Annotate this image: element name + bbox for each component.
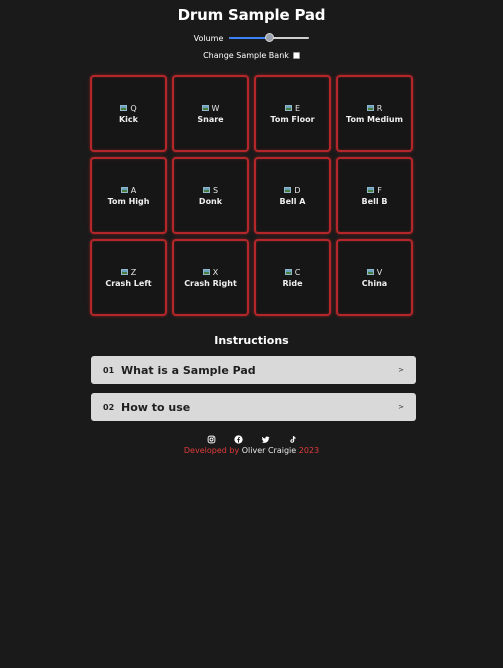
drum-pad-tom-floor[interactable]: E Tom Floor bbox=[254, 75, 331, 152]
pad-label: Tom High bbox=[107, 196, 150, 206]
image-icon bbox=[366, 105, 374, 111]
pad-key: A bbox=[120, 185, 137, 195]
drum-pad-crash-left[interactable]: Z Crash Left bbox=[90, 239, 167, 316]
pad-label: Ride bbox=[282, 278, 303, 288]
credit-year: 2023 bbox=[298, 446, 320, 455]
instructions-title: Instructions bbox=[214, 334, 289, 347]
volume-label: Volume bbox=[193, 33, 224, 43]
image-icon bbox=[284, 187, 292, 193]
sample-bank-control: Change Sample Bank bbox=[0, 51, 503, 60]
pad-key-letter: W bbox=[211, 103, 220, 113]
pad-key-letter: S bbox=[212, 185, 219, 195]
twitter-icon[interactable] bbox=[261, 429, 270, 443]
drum-pad-bell-b[interactable]: F Bell B bbox=[336, 157, 413, 234]
pad-key: S bbox=[202, 185, 219, 195]
drum-pad-snare[interactable]: W Snare bbox=[172, 75, 249, 152]
volume-slider[interactable] bbox=[229, 32, 310, 44]
pad-key-letter: R bbox=[376, 103, 383, 113]
accordion-label: What is a Sample Pad bbox=[121, 363, 256, 377]
pad-label: China bbox=[361, 278, 388, 288]
pad-key-letter: Z bbox=[130, 267, 137, 277]
image-icon bbox=[120, 187, 128, 193]
credit-prefix: Developed by bbox=[183, 446, 240, 455]
drum-pad-donk[interactable]: S Donk bbox=[172, 157, 249, 234]
pad-key: E bbox=[284, 103, 301, 113]
facebook-icon[interactable] bbox=[233, 429, 243, 444]
pad-key-letter: C bbox=[294, 267, 301, 277]
image-icon bbox=[120, 105, 128, 111]
accordion-what-is-sample-pad[interactable]: 01 What is a Sample Pad > bbox=[91, 356, 416, 384]
pad-key: Q bbox=[120, 103, 137, 113]
pad-key-letter: F bbox=[377, 185, 382, 195]
pad-label: Bell B bbox=[361, 196, 388, 206]
pad-key-letter: A bbox=[130, 185, 137, 195]
pad-key-letter: E bbox=[294, 103, 301, 113]
chevron-right-icon: > bbox=[398, 366, 404, 374]
pad-label: Tom Medium bbox=[346, 114, 403, 124]
image-icon bbox=[202, 187, 210, 193]
sample-bank-label: Change Sample Bank bbox=[203, 51, 289, 60]
drum-pad-ride[interactable]: C Ride bbox=[254, 239, 331, 316]
image-icon bbox=[284, 269, 292, 275]
image-icon bbox=[367, 187, 375, 193]
pad-key: D bbox=[284, 185, 301, 195]
pad-key-letter: Q bbox=[130, 103, 137, 113]
page: Drum Sample Pad Volume Change Sample Ban… bbox=[0, 0, 503, 668]
image-icon bbox=[284, 105, 292, 111]
page-title: Drum Sample Pad bbox=[177, 6, 326, 24]
pad-key: V bbox=[366, 267, 383, 277]
drum-pad-crash-right[interactable]: X Crash Right bbox=[172, 239, 249, 316]
pad-key: X bbox=[202, 267, 219, 277]
chevron-right-icon: > bbox=[398, 403, 404, 411]
image-icon bbox=[202, 269, 210, 275]
drum-pad-tom-medium[interactable]: R Tom Medium bbox=[336, 75, 413, 152]
drum-pad-china[interactable]: V China bbox=[336, 239, 413, 316]
drum-pad-kick[interactable]: Q Kick bbox=[90, 75, 167, 152]
pad-label: Bell A bbox=[279, 196, 306, 206]
tiktok-icon[interactable] bbox=[288, 429, 297, 443]
pad-grid: Q Kick W Snare E Tom Floor R Tom Medium A Tom Hig… bbox=[90, 75, 413, 316]
image-icon bbox=[366, 269, 374, 275]
pad-label: Crash Left bbox=[105, 278, 152, 288]
volume-slider-fill bbox=[229, 37, 270, 39]
accordion-how-to-use[interactable]: 02 How to use > bbox=[91, 393, 416, 421]
developer-name[interactable]: Oliver Craigie bbox=[242, 446, 296, 455]
sample-bank-checkbox[interactable] bbox=[292, 52, 300, 59]
image-icon bbox=[120, 269, 128, 275]
accordion-number: 01 bbox=[103, 365, 115, 375]
pad-label: Donk bbox=[198, 196, 223, 206]
pad-key: W bbox=[201, 103, 220, 113]
drum-pad-bell-a[interactable]: D Bell A bbox=[254, 157, 331, 234]
pad-label: Tom Floor bbox=[270, 114, 315, 124]
volume-control: Volume bbox=[0, 32, 503, 44]
image-icon bbox=[201, 105, 209, 111]
pad-label: Snare bbox=[197, 114, 224, 124]
pad-key-letter: X bbox=[212, 267, 219, 277]
pad-key-letter: V bbox=[376, 267, 383, 277]
pad-key: F bbox=[367, 186, 382, 195]
pad-key: R bbox=[366, 103, 383, 113]
instagram-icon[interactable] bbox=[207, 429, 216, 444]
drum-pad-tom-high[interactable]: A Tom High bbox=[90, 157, 167, 234]
accordion-number: 02 bbox=[103, 402, 115, 412]
pad-label: Kick bbox=[118, 114, 138, 124]
pad-label: Crash Right bbox=[184, 278, 237, 288]
pad-key: Z bbox=[120, 267, 137, 277]
accordion-label: How to use bbox=[121, 400, 191, 414]
credit-text: Developed by Oliver Craigie 2023 bbox=[0, 446, 503, 455]
pad-key: C bbox=[284, 267, 301, 277]
volume-slider-thumb[interactable] bbox=[264, 33, 274, 42]
social-links bbox=[0, 429, 503, 444]
pad-key-letter: D bbox=[294, 185, 301, 195]
